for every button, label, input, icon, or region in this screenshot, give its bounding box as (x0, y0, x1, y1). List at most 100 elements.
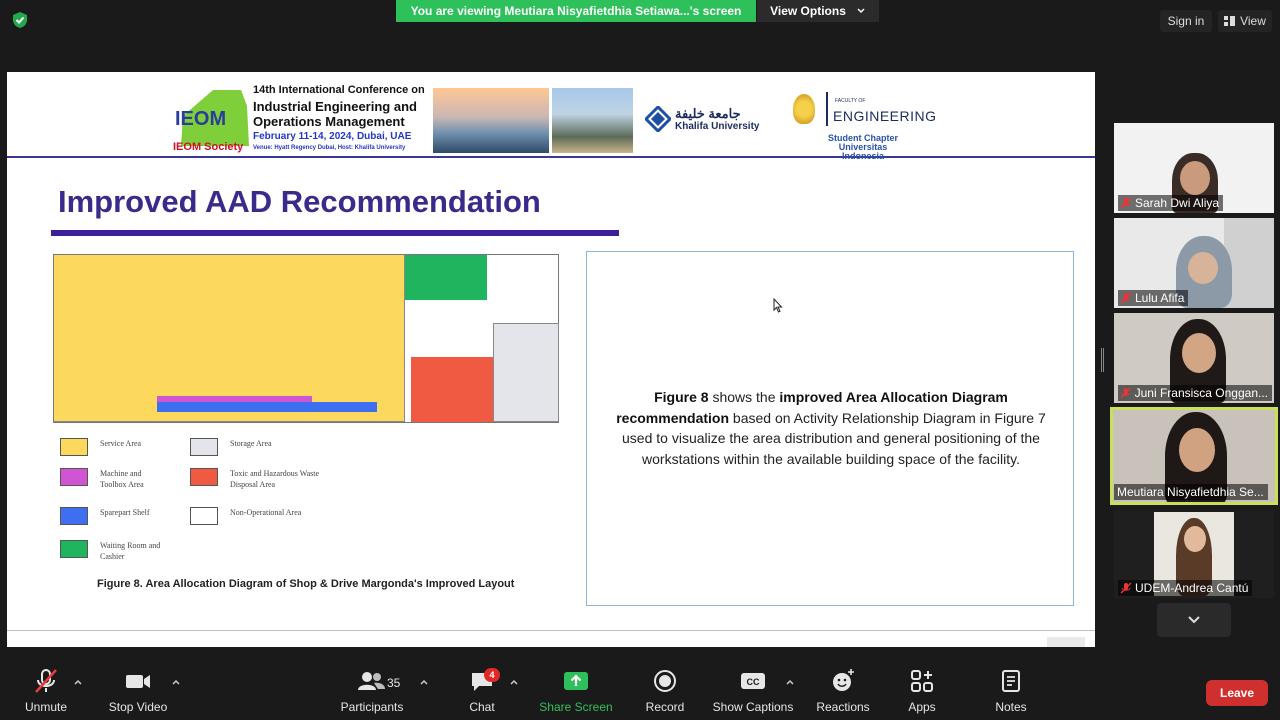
slide-title: Improved AAD Recommendation (58, 184, 541, 219)
slide-corner-block (1047, 637, 1085, 647)
legend-swatch (190, 468, 218, 486)
view-label: View (1240, 14, 1266, 28)
participant-tile-active-speaker[interactable]: Meutiara Nisyafietdhia Se... (1110, 407, 1278, 505)
conference-venue: Venue: Hyatt Regency Dubai, Host: Khalif… (253, 145, 406, 151)
show-captions-button[interactable]: CC Show Captions (710, 668, 796, 714)
banner-text: You are viewing Meutiara Nisyafietdhia S… (410, 4, 742, 18)
view-options-button[interactable]: View Options (757, 0, 879, 22)
participants-button[interactable]: Participants (336, 668, 408, 714)
participant-name-tag: Lulu Afifa (1118, 290, 1189, 306)
waiting-room-block (405, 255, 487, 300)
reactions-button[interactable]: Reactions (814, 668, 872, 714)
participants-options-caret-icon[interactable] (419, 678, 429, 686)
security-shield-icon[interactable] (11, 11, 29, 29)
record-label: Record (645, 700, 685, 714)
khalifa-university-english: Khalifa University (675, 121, 760, 132)
muted-mic-icon (1120, 387, 1132, 399)
sign-in-label: Sign in (1167, 14, 1205, 28)
logo-divider (826, 92, 828, 126)
apps-button[interactable]: Apps (906, 668, 938, 714)
participant-video-face (1182, 333, 1216, 373)
participant-name-tag: UDEM-Andrea Cantú (1118, 580, 1253, 596)
universitas-indonesia-seal (793, 94, 815, 124)
legend-toxic-waste: Toxic and Hazardous Waste Disposal Area (190, 468, 340, 490)
chevron-down-icon (1188, 616, 1200, 624)
slide-bottom-line (7, 630, 1095, 631)
legend-storage-area: Storage Area (190, 438, 310, 456)
participant-name-tag: Meutiara Nisyafietdhia Se... (1114, 484, 1268, 500)
engineering-label: ENGINEERING (833, 108, 937, 124)
legend-swatch (60, 507, 88, 525)
description-figure-ref: Figure 8 (654, 389, 709, 405)
view-options-label: View Options (770, 4, 846, 18)
dubai-skyline-photo (433, 88, 549, 153)
share-screen-icon (564, 672, 588, 690)
ieom-logo-text: IEOM (175, 108, 227, 130)
legend-machine-toolbox: Machine and Toolbox Area (60, 468, 162, 490)
area-allocation-diagram (53, 254, 559, 423)
muted-mic-icon (1120, 292, 1132, 304)
chevron-down-icon (857, 8, 865, 14)
scroll-participants-down-button[interactable] (1157, 603, 1231, 637)
notes-button[interactable]: Notes (993, 668, 1029, 714)
chat-unread-badge: 4 (484, 668, 500, 682)
participant-video-face (1188, 252, 1218, 284)
khalifa-university-logo-icon (645, 106, 671, 132)
notes-icon (1002, 670, 1020, 692)
record-button[interactable]: Record (644, 668, 686, 714)
mouse-cursor-icon (773, 298, 783, 313)
participant-tile[interactable]: UDEM-Andrea Cantú (1114, 510, 1274, 598)
participant-name-tag: Juni Fransisca Onggan... (1118, 385, 1272, 401)
legend-label: Service Area (100, 439, 142, 448)
sign-in-button[interactable]: Sign in (1160, 10, 1212, 32)
unmute-button[interactable]: Unmute (22, 668, 70, 714)
faculty-label: FACULTY OF (835, 98, 866, 104)
meeting-toolbar: Unmute Stop Video Participants 35 Chat 4… (0, 660, 1280, 720)
conference-line1: 14th International Conference on (253, 84, 425, 96)
legend-label: Machine and Toolbox Area (100, 469, 144, 489)
audio-options-caret-icon[interactable] (73, 678, 83, 686)
participant-video-face (1180, 161, 1210, 195)
record-icon (654, 670, 676, 692)
legend-label: Sparepart Shelf (100, 508, 150, 517)
video-options-caret-icon[interactable] (171, 678, 181, 686)
legend-label: Waiting Room and Cashier (100, 541, 161, 561)
stop-video-button[interactable]: Stop Video (106, 668, 170, 714)
apps-label: Apps (908, 700, 936, 714)
view-button[interactable]: View (1218, 10, 1272, 32)
participant-tile[interactable]: Juni Fransisca Onggan... (1114, 313, 1274, 403)
participant-name: Meutiara Nisyafietdhia Se... (1117, 485, 1264, 499)
legend-label: Toxic and Hazardous Waste Disposal Area (230, 469, 320, 489)
conference-line2: Industrial Engineering and Operations Ma… (253, 99, 417, 129)
leave-meeting-button[interactable]: Leave (1206, 680, 1268, 706)
leave-label: Leave (1219, 686, 1255, 700)
smiley-reaction-icon (833, 669, 854, 691)
notes-label: Notes (995, 700, 1027, 714)
share-screen-button[interactable]: Share Screen (538, 668, 614, 714)
participant-tile[interactable]: Sarah Dwi Aliya (1114, 123, 1274, 213)
legend-sparepart-shelf: Sparepart Shelf (60, 507, 180, 525)
participants-label: Participants (340, 700, 404, 714)
legend-waiting-room: Waiting Room and Cashier (60, 540, 172, 562)
grid-view-icon (1224, 16, 1236, 26)
chat-label: Chat (469, 700, 495, 714)
captions-options-caret-icon[interactable] (785, 678, 795, 686)
unmute-label: Unmute (24, 700, 68, 714)
legend-label: Non-Operational Area (230, 508, 302, 517)
panel-resize-handle[interactable] (1101, 348, 1104, 372)
participant-tile[interactable]: Lulu Afifa (1114, 218, 1274, 308)
legend-service-area: Service Area (60, 438, 180, 456)
shared-screen-slide: IEOM IEOM Society 14th International Con… (7, 72, 1095, 647)
reactions-label: Reactions (816, 700, 870, 714)
toxic-waste-area-block (411, 357, 493, 422)
participant-video-face (1184, 526, 1206, 552)
chat-options-caret-icon[interactable] (509, 678, 519, 686)
hotel-building-photo (552, 88, 633, 153)
description-text: shows the (708, 389, 780, 405)
participant-name: Lulu Afifa (1135, 291, 1185, 305)
viewing-screen-banner: You are viewing Meutiara Nisyafietdhia S… (396, 0, 756, 22)
figure-caption: Figure 8. Area Allocation Diagram of Sho… (97, 578, 515, 590)
video-camera-icon (126, 675, 150, 688)
storage-area-block (493, 323, 559, 422)
legend-non-operational: Non-Operational Area (190, 507, 330, 525)
